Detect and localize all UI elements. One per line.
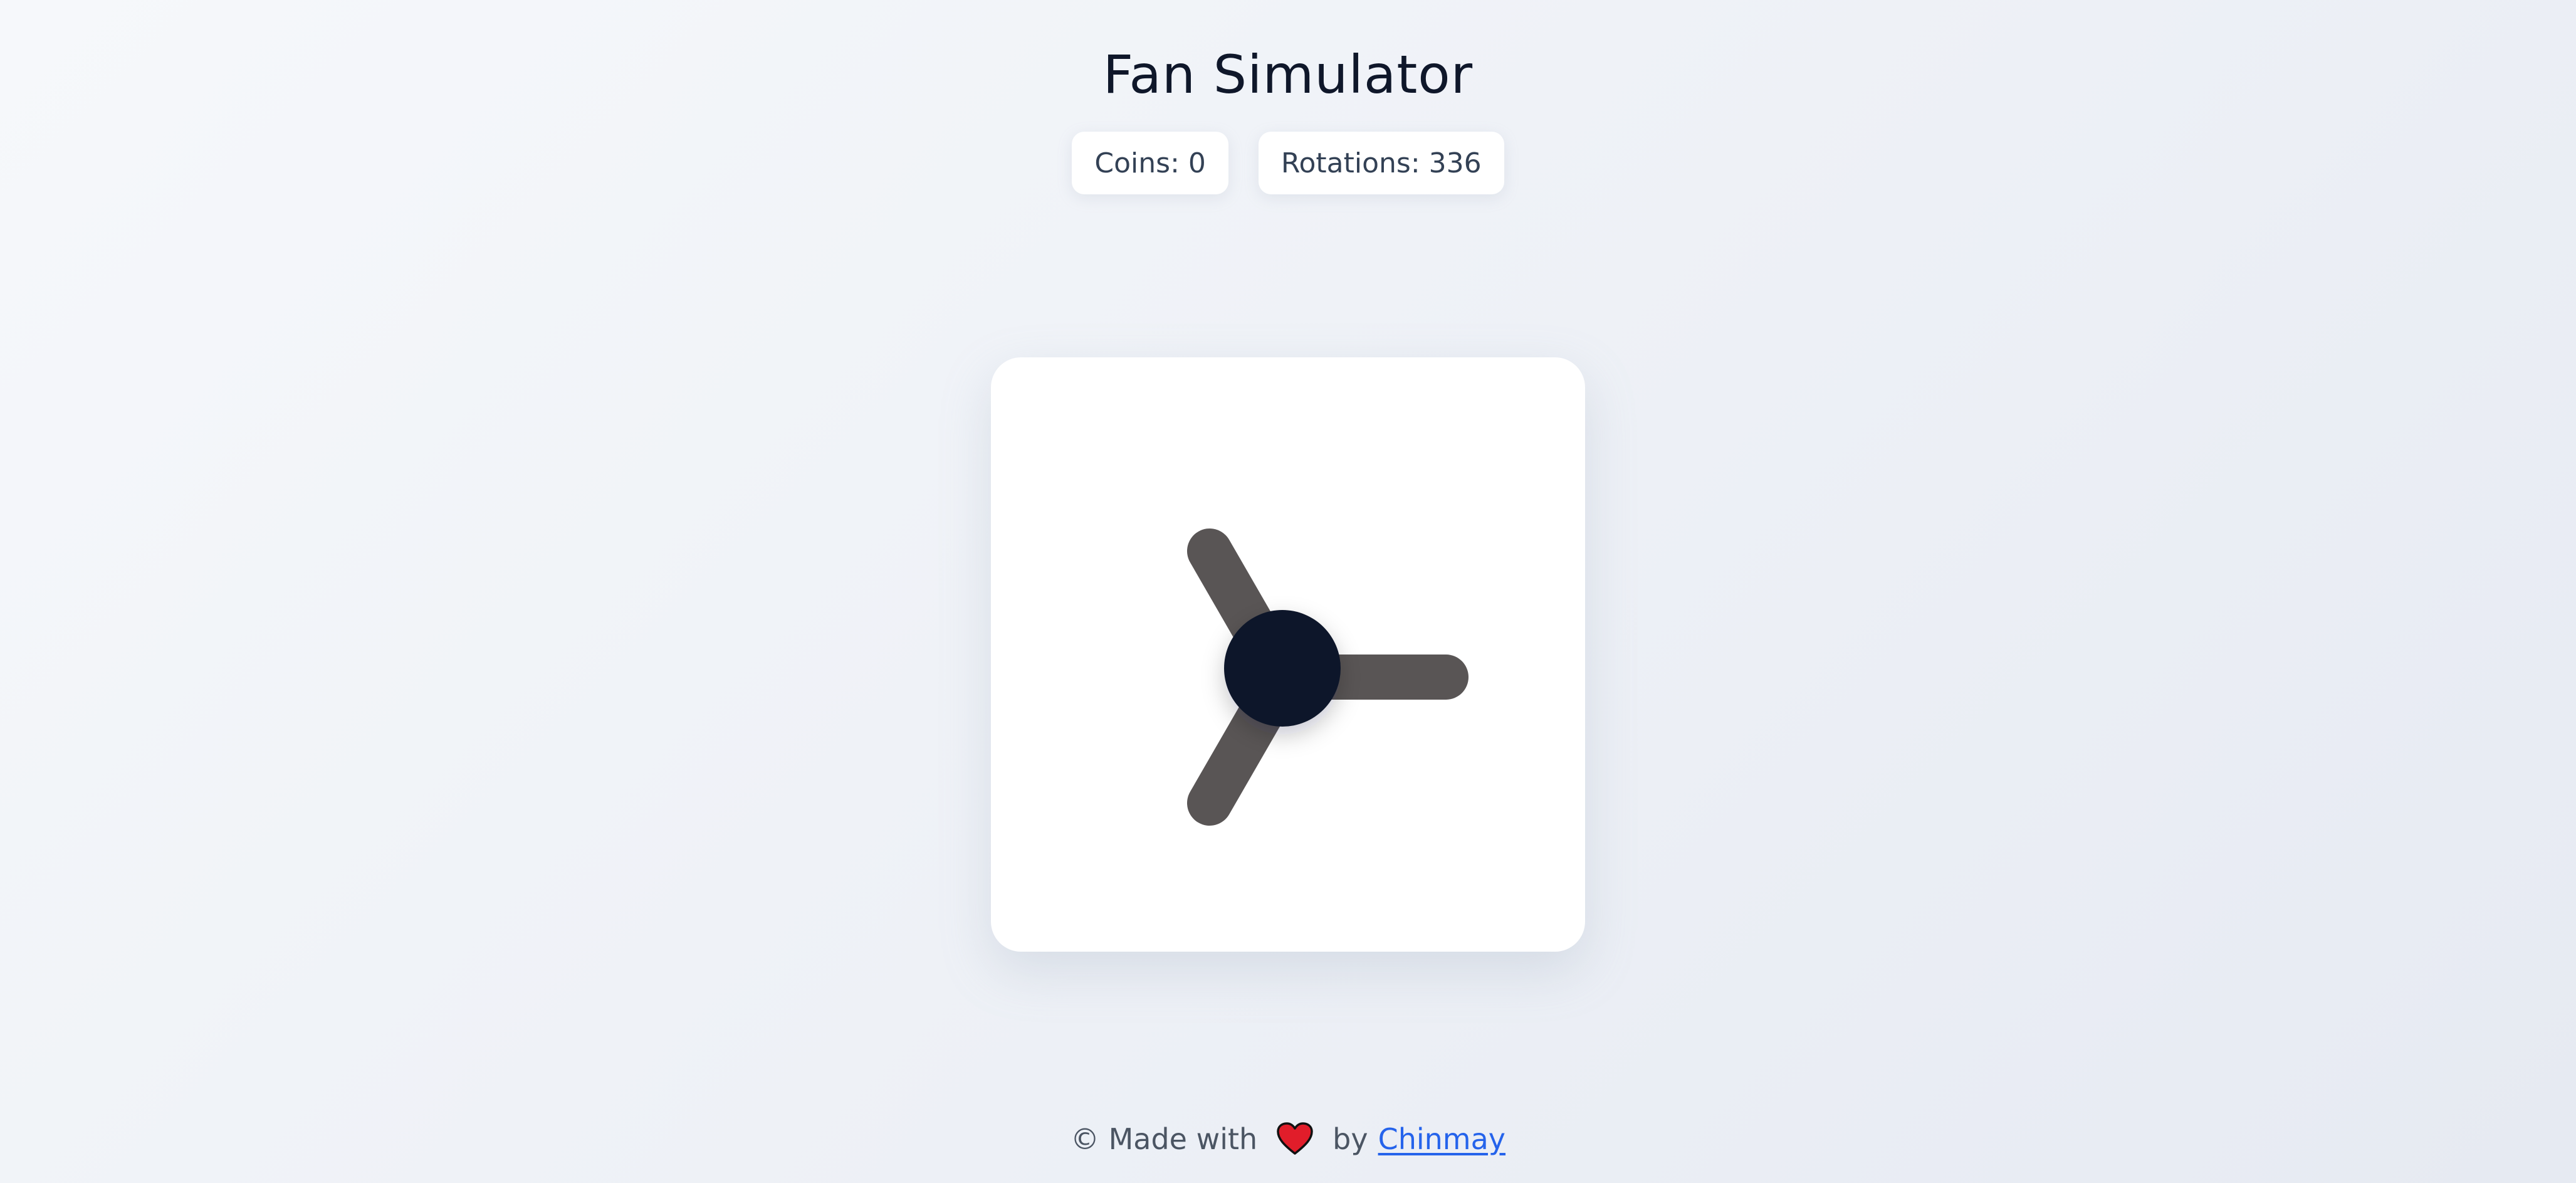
author-link[interactable]: Chinmay — [1378, 1122, 1505, 1156]
fan-card[interactable] — [991, 357, 1585, 952]
footer-made-with: © Made with — [1070, 1122, 1258, 1156]
footer-by: by — [1333, 1122, 1368, 1156]
stats-bar: Coins: 0 Rotations: 336 — [0, 132, 2576, 194]
heart-icon — [1276, 1122, 1314, 1156]
rotations-label: Rotations: 336 — [1280, 147, 1482, 179]
rotations-counter: Rotations: 336 — [1258, 132, 1504, 194]
coins-label: Coins: 0 — [1094, 147, 1206, 179]
fan-hub — [1224, 610, 1341, 727]
fan-graphic[interactable] — [991, 357, 1585, 952]
coins-counter: Coins: 0 — [1072, 132, 1228, 194]
page-title: Fan Simulator — [1102, 44, 1474, 105]
footer: © Made with by Chinmay — [0, 1122, 2576, 1156]
